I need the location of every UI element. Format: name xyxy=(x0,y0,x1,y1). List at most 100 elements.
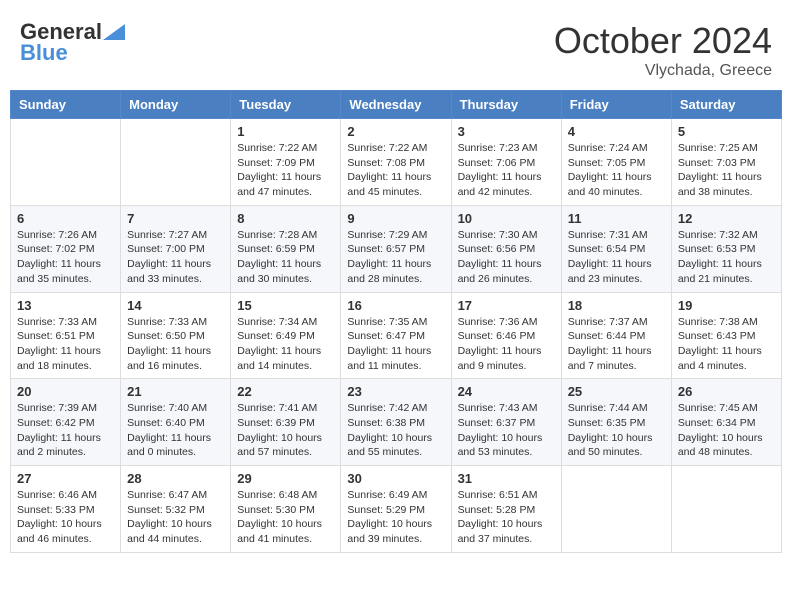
calendar-cell: 7Sunrise: 7:27 AMSunset: 7:00 PMDaylight… xyxy=(121,205,231,292)
calendar-cell: 5Sunrise: 7:25 AMSunset: 7:03 PMDaylight… xyxy=(671,119,781,206)
day-info: Daylight: 11 hours and 2 minutes. xyxy=(17,431,114,460)
day-info: Sunrise: 7:43 AM xyxy=(458,401,555,416)
column-header-thursday: Thursday xyxy=(451,91,561,119)
calendar-cell: 1 Sunrise: 7:22 AMSunset: 7:09 PMDaylight… xyxy=(231,119,341,206)
day-info: Daylight: 10 hours and 39 minutes. xyxy=(347,517,444,546)
day-info: Sunset: 6:50 PM xyxy=(127,329,224,344)
day-info: Daylight: 11 hours and 28 minutes. xyxy=(347,257,444,286)
column-header-friday: Friday xyxy=(561,91,671,119)
day-info: Sunset: 5:29 PM xyxy=(347,503,444,518)
day-info: Sunset: 7:06 PM xyxy=(458,156,555,171)
day-info: Daylight: 11 hours and 9 minutes. xyxy=(458,344,555,373)
day-info: Sunset: 6:47 PM xyxy=(347,329,444,344)
day-number: 6 xyxy=(17,211,114,226)
day-number: 29 xyxy=(237,471,334,486)
day-info: Sunset: 5:28 PM xyxy=(458,503,555,518)
day-number: 26 xyxy=(678,384,775,399)
column-header-sunday: Sunday xyxy=(11,91,121,119)
day-number: 13 xyxy=(17,298,114,313)
day-number: 18 xyxy=(568,298,665,313)
day-info: Sunrise: 7:22 AM xyxy=(347,141,444,156)
calendar-cell: 21Sunrise: 7:40 AMSunset: 6:40 PMDayligh… xyxy=(121,379,231,466)
column-header-monday: Monday xyxy=(121,91,231,119)
calendar-cell xyxy=(671,466,781,553)
day-info: Daylight: 10 hours and 37 minutes. xyxy=(458,517,555,546)
day-info: Sunrise: 7:25 AM xyxy=(678,141,775,156)
calendar-cell xyxy=(11,119,121,206)
day-info: Daylight: 11 hours and 26 minutes. xyxy=(458,257,555,286)
day-info: Daylight: 11 hours and 23 minutes. xyxy=(568,257,665,286)
calendar-cell: 22Sunrise: 7:41 AMSunset: 6:39 PMDayligh… xyxy=(231,379,341,466)
day-info: Sunrise: 7:44 AM xyxy=(568,401,665,416)
calendar-cell: 8Sunrise: 7:28 AMSunset: 6:59 PMDaylight… xyxy=(231,205,341,292)
day-info: Sunset: 6:38 PM xyxy=(347,416,444,431)
day-info: Sunset: 6:49 PM xyxy=(237,329,334,344)
day-number: 23 xyxy=(347,384,444,399)
calendar-cell: 28Sunrise: 6:47 AMSunset: 5:32 PMDayligh… xyxy=(121,466,231,553)
calendar-cell: 11Sunrise: 7:31 AMSunset: 6:54 PMDayligh… xyxy=(561,205,671,292)
calendar-cell: 18Sunrise: 7:37 AMSunset: 6:44 PMDayligh… xyxy=(561,292,671,379)
day-info: Sunset: 6:59 PM xyxy=(237,242,334,257)
day-info: Daylight: 10 hours and 44 minutes. xyxy=(127,517,224,546)
day-info: Sunrise: 7:40 AM xyxy=(127,401,224,416)
location-title: Vlychada, Greece xyxy=(554,62,772,80)
day-number: 4 xyxy=(568,124,665,139)
day-number: 12 xyxy=(678,211,775,226)
calendar-cell: 26Sunrise: 7:45 AMSunset: 6:34 PMDayligh… xyxy=(671,379,781,466)
day-info: Sunrise: 7:36 AM xyxy=(458,315,555,330)
day-number: 31 xyxy=(458,471,555,486)
day-info: Daylight: 10 hours and 46 minutes. xyxy=(17,517,114,546)
day-number: 21 xyxy=(127,384,224,399)
day-info: Daylight: 10 hours and 57 minutes. xyxy=(237,431,334,460)
column-header-saturday: Saturday xyxy=(671,91,781,119)
day-info: Daylight: 11 hours and 11 minutes. xyxy=(347,344,444,373)
day-number: 2 xyxy=(347,124,444,139)
day-info: Sunset: 7:03 PM xyxy=(678,156,775,171)
calendar-cell: 10Sunrise: 7:30 AMSunset: 6:56 PMDayligh… xyxy=(451,205,561,292)
day-number: 11 xyxy=(568,211,665,226)
calendar-cell: 25Sunrise: 7:44 AMSunset: 6:35 PMDayligh… xyxy=(561,379,671,466)
calendar-cell: 15Sunrise: 7:34 AMSunset: 6:49 PMDayligh… xyxy=(231,292,341,379)
day-info: Daylight: 11 hours and 18 minutes. xyxy=(17,344,114,373)
day-info: Daylight: 11 hours and 47 minutes. xyxy=(237,170,334,199)
day-info: Sunrise: 6:49 AM xyxy=(347,488,444,503)
calendar-cell xyxy=(121,119,231,206)
day-info: Daylight: 11 hours and 42 minutes. xyxy=(458,170,555,199)
day-info: Sunrise: 6:46 AM xyxy=(17,488,114,503)
day-info: Sunrise: 7:35 AM xyxy=(347,315,444,330)
day-info: Sunset: 5:33 PM xyxy=(17,503,114,518)
column-header-wednesday: Wednesday xyxy=(341,91,451,119)
day-number: 28 xyxy=(127,471,224,486)
week-row-4: 20Sunrise: 7:39 AMSunset: 6:42 PMDayligh… xyxy=(11,379,782,466)
day-info: Sunset: 7:09 PM xyxy=(237,156,334,171)
header-row: SundayMondayTuesdayWednesdayThursdayFrid… xyxy=(11,91,782,119)
day-info: Sunrise: 7:28 AM xyxy=(237,228,334,243)
day-info: Sunrise: 7:41 AM xyxy=(237,401,334,416)
day-info: Daylight: 10 hours and 41 minutes. xyxy=(237,517,334,546)
calendar-cell: 19Sunrise: 7:38 AMSunset: 6:43 PMDayligh… xyxy=(671,292,781,379)
day-number: 17 xyxy=(458,298,555,313)
day-info: Sunrise: 7:38 AM xyxy=(678,315,775,330)
month-title-block: October 2024 Vlychada, Greece xyxy=(554,20,772,80)
day-info: Sunrise: 7:42 AM xyxy=(347,401,444,416)
day-number: 5 xyxy=(678,124,775,139)
day-info: Sunrise: 7:23 AM xyxy=(458,141,555,156)
day-info: Sunset: 6:44 PM xyxy=(568,329,665,344)
calendar-cell: 2Sunrise: 7:22 AMSunset: 7:08 PMDaylight… xyxy=(341,119,451,206)
day-info: Sunrise: 6:48 AM xyxy=(237,488,334,503)
day-info: Sunset: 6:54 PM xyxy=(568,242,665,257)
day-number: 24 xyxy=(458,384,555,399)
day-info: Sunrise: 7:22 AM xyxy=(237,141,334,156)
day-info: Sunrise: 7:39 AM xyxy=(17,401,114,416)
day-info: Sunset: 6:51 PM xyxy=(17,329,114,344)
calendar-header: SundayMondayTuesdayWednesdayThursdayFrid… xyxy=(11,91,782,119)
day-info: Sunset: 6:46 PM xyxy=(458,329,555,344)
day-info: Sunrise: 7:32 AM xyxy=(678,228,775,243)
day-info: Sunset: 7:08 PM xyxy=(347,156,444,171)
day-number: 20 xyxy=(17,384,114,399)
page-header: General Blue October 2024 Vlychada, Gree… xyxy=(10,10,782,85)
day-info: Sunrise: 7:37 AM xyxy=(568,315,665,330)
calendar-cell: 3Sunrise: 7:23 AMSunset: 7:06 PMDaylight… xyxy=(451,119,561,206)
day-info: Daylight: 11 hours and 30 minutes. xyxy=(237,257,334,286)
day-number: 1 xyxy=(237,124,334,139)
